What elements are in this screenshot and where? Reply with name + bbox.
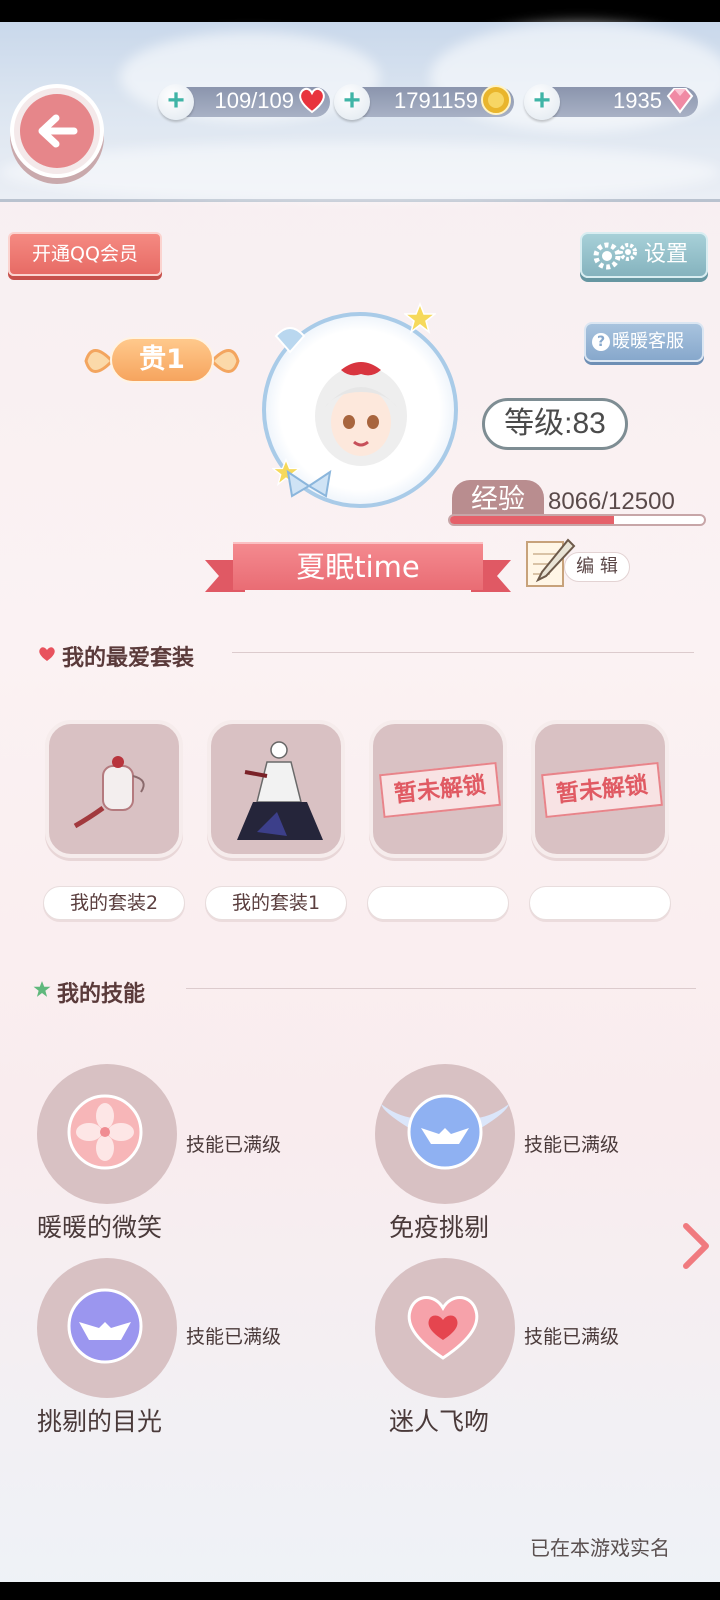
realname-notice: 已在本游戏实名 [530,1536,670,1560]
next-page-arrow-icon[interactable] [680,1222,712,1270]
gold-bar: + 1791159 [334,84,514,120]
qq-member-button[interactable]: 开通QQ会员 [8,232,162,276]
stamina-bar: + 109/109 [158,84,330,120]
skill-button[interactable] [37,1064,177,1204]
diamond-bar: + 1935 [524,84,698,120]
winged-mask-icon [381,1094,509,1170]
skill-name: 挑剔的目光 [37,1407,163,1436]
section-divider [232,652,694,653]
skill-name: 暖暖的微笑 [37,1213,163,1242]
gear-icon [593,242,637,270]
avatar[interactable] [262,302,458,508]
outfit-card-locked[interactable]: 暂未解锁 [531,720,669,858]
outfit-card-locked[interactable]: 暂未解锁 [369,720,507,858]
customer-service-button[interactable]: ? 暖暖客服 [584,322,704,362]
star-icon [404,302,436,334]
character-portrait-icon [315,362,407,466]
locked-stamp: 暂未解锁 [379,761,501,819]
edit-label: 编 辑 [564,552,630,582]
gold-value: 1791159 [393,88,478,113]
outfit-name[interactable]: 我的套装2 [43,886,185,920]
star-icon [33,981,51,997]
mask-icon [67,1288,143,1364]
shell-icon [274,327,306,354]
skill-status: 技能已满级 [524,1326,620,1348]
level-indicator: 等级:83 [482,398,628,450]
skill-status: 技能已满级 [186,1326,282,1348]
gold-coin-icon [481,85,511,115]
ribbon-bow-icon [286,469,332,498]
skill-name: 迷人飞吻 [389,1407,490,1436]
outfit-card[interactable] [207,720,345,858]
edit-name-button[interactable]: 编 辑 [524,536,634,592]
skill-button[interactable] [375,1064,515,1204]
status-bar [0,0,720,22]
exp-progress-fill [450,516,614,524]
settings-button[interactable]: 设置 [580,232,708,278]
diamond-value: 1935 [613,88,662,113]
section-divider [186,988,696,989]
heart-icon [299,87,325,114]
exp-progress-bar [448,514,706,526]
favorites-section-title: 我的最爱套装 [62,646,195,671]
settings-label: 设置 [644,242,689,267]
outfit-name[interactable] [529,886,671,920]
heart-icon [39,647,55,661]
skill-name: 免疫挑剔 [389,1213,490,1242]
navigation-bar [0,1582,720,1600]
add-diamond-button[interactable]: + [524,84,560,120]
add-stamina-button[interactable]: + [158,84,194,120]
player-name: 夏眠time [233,542,483,590]
heart-icon [407,1296,479,1360]
noble-rank-badge[interactable]: 贵1 [82,330,242,392]
add-gold-button[interactable]: + [334,84,370,120]
skills-section-title: 我的技能 [57,982,146,1007]
skill-button[interactable] [37,1258,177,1398]
name-banner: 夏眠time [205,542,511,596]
back-arrow-icon [38,114,78,148]
exp-value: 8066/12500 [548,488,675,515]
locked-stamp: 暂未解锁 [541,761,663,819]
back-button[interactable] [10,84,104,178]
skill-status: 技能已满级 [186,1134,282,1156]
stamina-value: 109/109 [214,88,294,113]
outfit-card[interactable] [45,720,183,858]
skill-button[interactable] [375,1258,515,1398]
diamond-icon [666,88,694,114]
customer-service-label: 暖暖客服 [612,331,684,352]
outfit-name[interactable]: 我的套装1 [205,886,347,920]
sakura-icon [67,1094,143,1170]
skill-status: 技能已满级 [524,1134,620,1156]
outfit-name[interactable] [367,886,509,920]
outfit-preview-icon [237,741,323,840]
help-icon: ? [592,333,610,351]
noble-rank-label: 贵1 [110,337,214,383]
outfit-preview-icon [73,756,145,829]
